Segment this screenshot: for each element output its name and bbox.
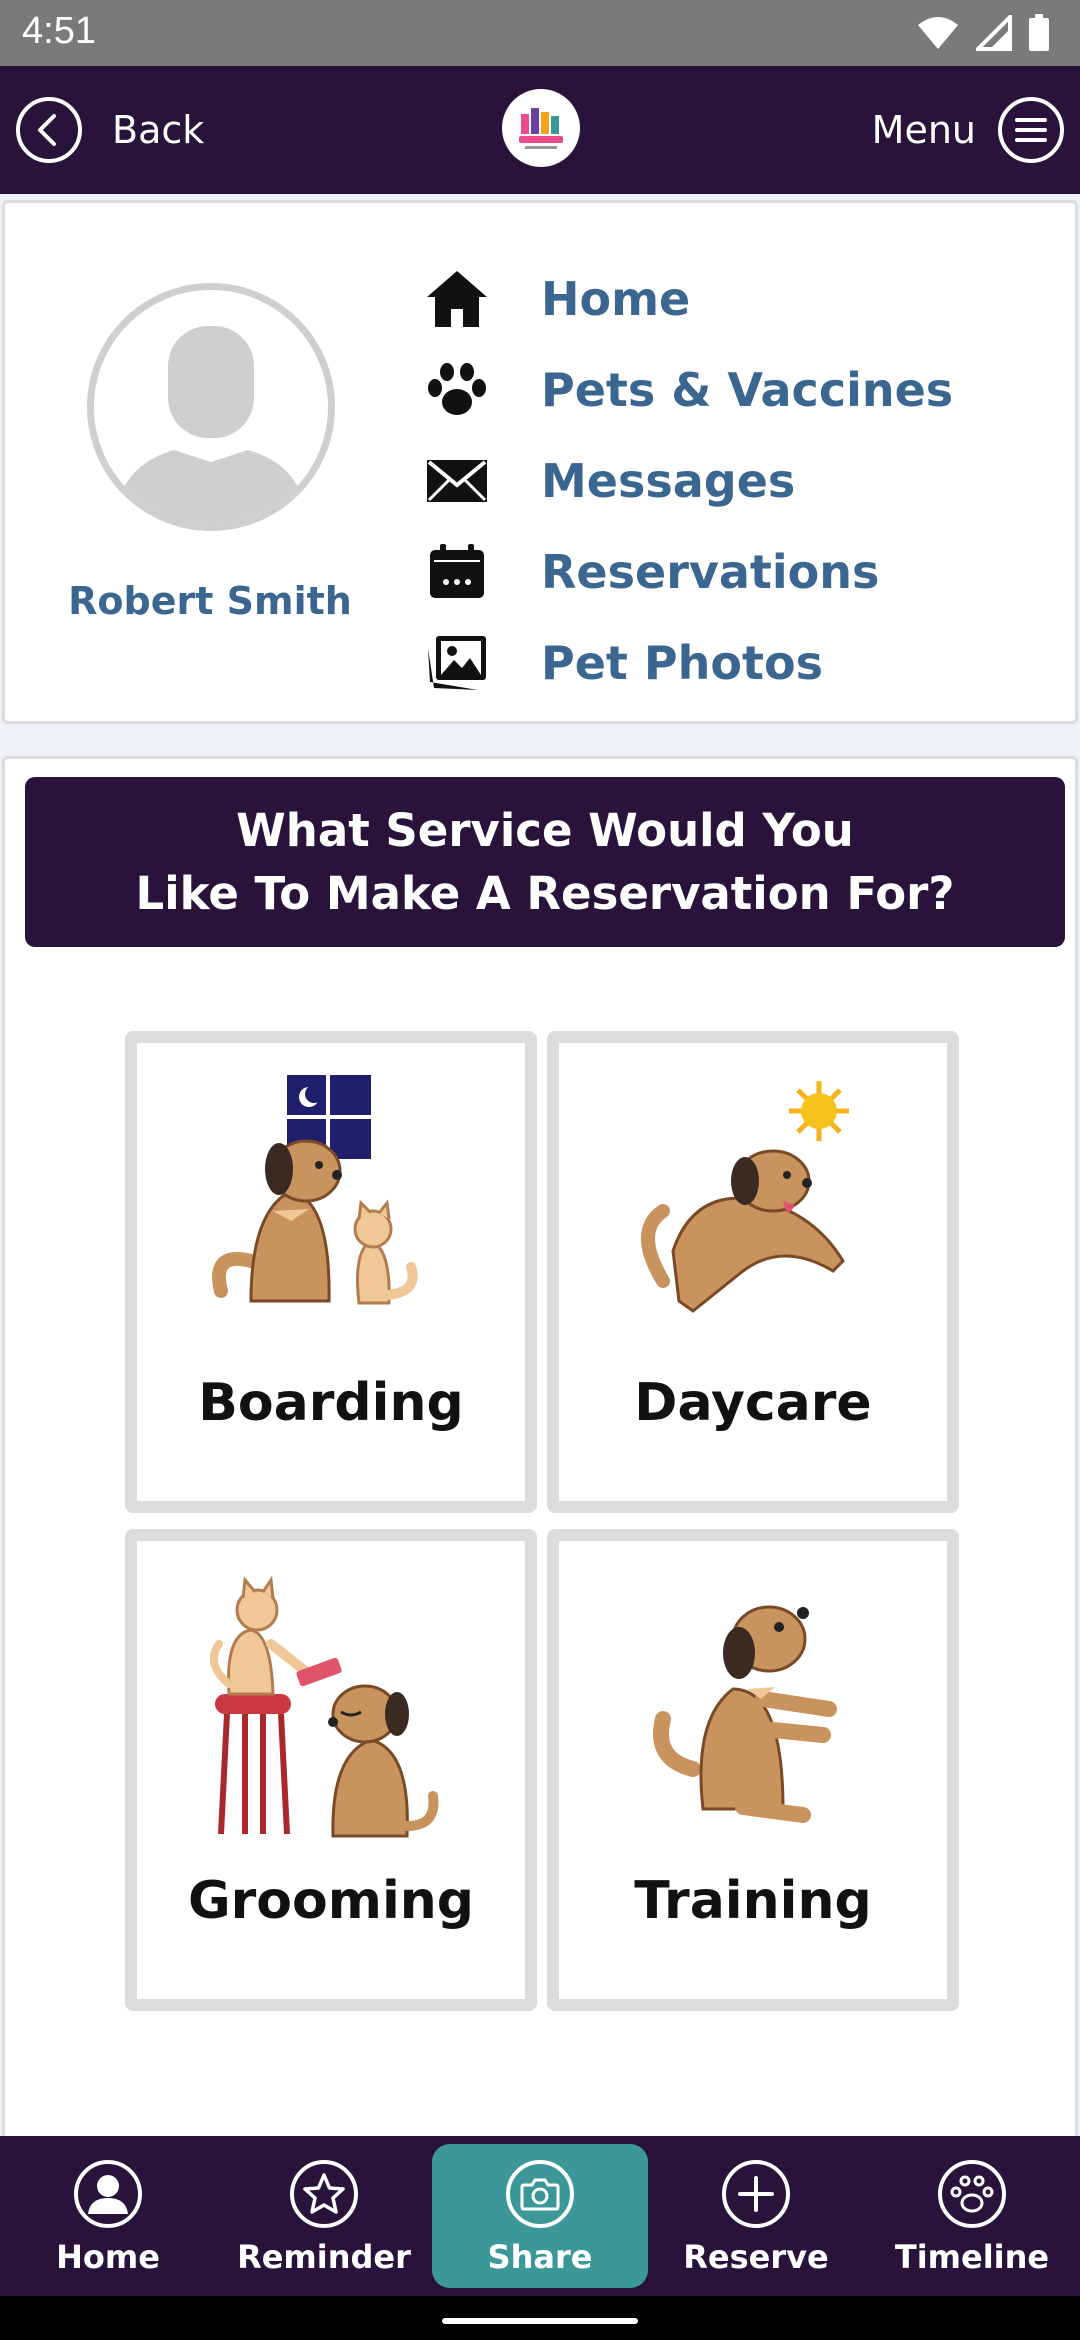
bottom-nav-share[interactable]: Share <box>432 2144 648 2288</box>
camera-icon <box>506 2160 574 2228</box>
back-label: Back <box>112 108 205 152</box>
service-prompt-line2: Like To Make A Reservation For? <box>135 867 955 920</box>
paw-icon <box>423 356 491 424</box>
bottom-nav-reserve-label: Reserve <box>683 2238 829 2276</box>
service-label-training: Training <box>634 1871 872 1931</box>
signal-icon <box>976 15 1012 51</box>
avatar[interactable] <box>87 283 335 531</box>
bottom-nav-reminder-label: Reminder <box>237 2238 411 2276</box>
nav-label-messages: Messages <box>541 453 796 508</box>
calendar-icon <box>423 538 491 606</box>
photos-icon <box>423 629 491 697</box>
bottom-nav: Home Reminder Share Reserve Timeline <box>0 2136 1080 2296</box>
status-bar: 4:51 <box>0 0 1080 66</box>
bottom-nav-home[interactable]: Home <box>0 2136 216 2296</box>
status-time: 4:51 <box>22 10 96 52</box>
bottom-nav-reserve[interactable]: Reserve <box>648 2136 864 2296</box>
bottom-nav-timeline-label: Timeline <box>894 2238 1050 2276</box>
service-prompt-line1: What Service Would You <box>236 804 854 857</box>
envelope-icon <box>423 447 491 515</box>
menu-button[interactable]: Menu <box>872 96 1064 164</box>
chevron-left-icon <box>16 97 82 163</box>
daycare-jumping-dog-icon <box>559 1061 947 1351</box>
service-tile-grooming[interactable]: Grooming <box>125 1529 537 2011</box>
nav-label-home: Home <box>541 271 691 326</box>
status-icons <box>916 14 1050 52</box>
grooming-cat-dog-icon <box>137 1559 525 1849</box>
nav-label-pet-photos: Pet Photos <box>541 635 823 690</box>
nav-label-pets-vaccines: Pets & Vaccines <box>541 362 954 417</box>
service-label-daycare: Daycare <box>634 1373 872 1433</box>
profile-name[interactable]: Robert Smith <box>5 579 415 623</box>
person-icon <box>74 2160 142 2228</box>
nav-label-reservations: Reservations <box>541 544 880 599</box>
nav-item-pet-photos[interactable]: Pet Photos <box>423 617 953 708</box>
doggie-shriek-logo-icon <box>519 108 563 149</box>
menu-label: Menu <box>871 108 976 152</box>
back-button[interactable]: Back <box>16 96 204 164</box>
battery-icon <box>1029 14 1049 51</box>
paw-icon <box>938 2160 1006 2228</box>
service-prompt-banner: What Service Would You Like To Make A Re… <box>25 777 1065 947</box>
bottom-nav-share-label: Share <box>487 2238 593 2276</box>
boarding-dog-cat-icon <box>137 1061 525 1351</box>
service-selection-card: What Service Would You Like To Make A Re… <box>2 756 1078 2156</box>
bottom-nav-home-label: Home <box>56 2238 160 2276</box>
wifi-icon <box>918 17 958 49</box>
service-tile-training[interactable]: Training <box>547 1529 959 2011</box>
nav-item-pets-vaccines[interactable]: Pets & Vaccines <box>423 344 953 435</box>
service-label-grooming: Grooming <box>187 1871 475 1931</box>
home-indicator[interactable] <box>442 2318 638 2324</box>
training-sitting-dog-icon <box>559 1559 947 1849</box>
nav-item-messages[interactable]: Messages <box>423 435 953 526</box>
service-tile-boarding[interactable]: Boarding <box>125 1031 537 1513</box>
service-label-boarding: Boarding <box>198 1373 464 1433</box>
bottom-nav-reminder[interactable]: Reminder <box>216 2136 432 2296</box>
bottom-nav-timeline[interactable]: Timeline <box>864 2136 1080 2296</box>
app-logo[interactable] <box>502 89 580 167</box>
profile-card: Robert Smith Home Pets & Vaccines Messag… <box>2 200 1078 724</box>
app-header: Back Menu <box>0 66 1080 194</box>
house-icon <box>423 265 491 333</box>
profile-nav-list: Home Pets & Vaccines Messages Reservatio… <box>423 253 953 708</box>
user-silhouette-icon <box>114 326 308 524</box>
nav-item-home[interactable]: Home <box>423 253 953 344</box>
star-icon <box>290 2160 358 2228</box>
plus-icon <box>722 2160 790 2228</box>
hamburger-icon <box>998 97 1064 163</box>
service-tile-daycare[interactable]: Daycare <box>547 1031 959 1513</box>
nav-item-reservations[interactable]: Reservations <box>423 526 953 617</box>
